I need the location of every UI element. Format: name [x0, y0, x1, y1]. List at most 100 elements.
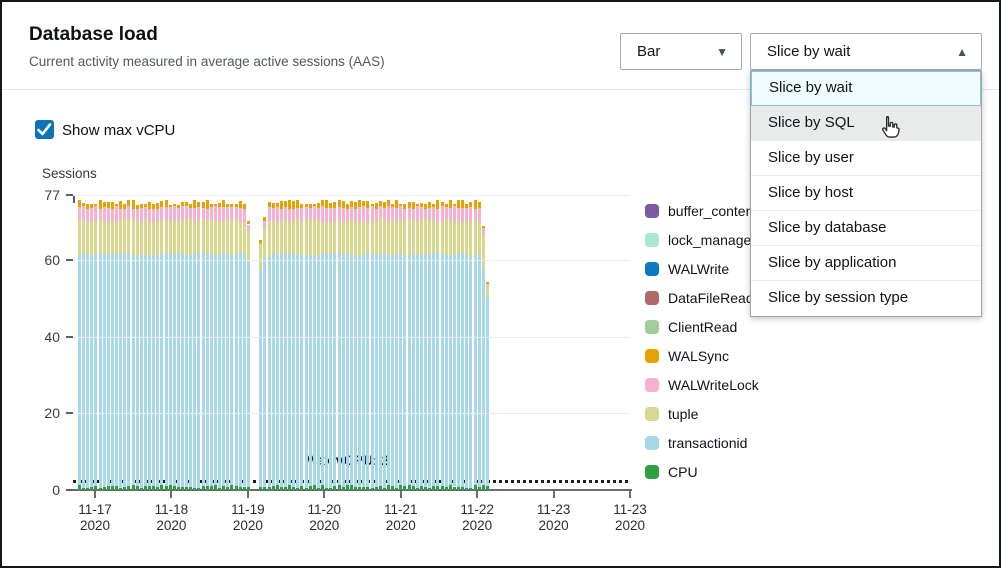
- bar-segment: [272, 203, 275, 208]
- bar-segment: [197, 488, 200, 490]
- menu-option-slice-by-wait[interactable]: Slice by wait: [751, 71, 981, 106]
- bar-segment: [222, 200, 225, 207]
- bar-segment: [441, 254, 444, 486]
- bar-segment: [325, 223, 328, 253]
- gridline: [73, 260, 630, 261]
- legend-item-tuple[interactable]: tuple: [645, 406, 759, 422]
- bar-segment: [412, 202, 415, 209]
- bar-segment: [416, 222, 419, 254]
- bar-segment: [78, 485, 81, 490]
- legend-item-WALSync[interactable]: WALSync: [645, 348, 759, 364]
- bar-segment: [239, 487, 242, 490]
- legend-item-ClientRead[interactable]: ClientRead: [645, 319, 759, 335]
- bar-segment: [148, 209, 151, 222]
- menu-option-slice-by-user[interactable]: Slice by user: [751, 141, 981, 176]
- bar-segment: [342, 255, 345, 487]
- bar-segment: [383, 219, 386, 253]
- bar-segment: [173, 220, 176, 255]
- legend-item-buffer_content[interactable]: buffer_content: [645, 203, 759, 219]
- bar-segment: [230, 485, 233, 490]
- bar-segment: [276, 256, 279, 486]
- bar-segment: [354, 202, 357, 208]
- legend-item-transactionid[interactable]: transactionid: [645, 435, 759, 451]
- bar-segment: [272, 486, 275, 490]
- bar-segment: [193, 200, 196, 208]
- bar-segment: [280, 201, 283, 209]
- bar-segment: [317, 220, 320, 257]
- bar-segment: [387, 223, 390, 257]
- bar-segment: [193, 222, 196, 252]
- legend-item-DataFileRead[interactable]: DataFileRead: [645, 290, 759, 306]
- bar-segment: [366, 487, 369, 490]
- bar-segment: [202, 202, 205, 208]
- bar-segment: [395, 488, 398, 490]
- bar-segment: [272, 208, 275, 220]
- bar-segment: [148, 202, 151, 209]
- bar-segment: [280, 252, 283, 486]
- bar-segment: [115, 253, 118, 486]
- bar-segment: [478, 208, 481, 221]
- bar-segment: [259, 487, 262, 490]
- bar-segment: [371, 220, 374, 255]
- bar-segment: [169, 485, 172, 490]
- bar-segment: [276, 485, 279, 490]
- bar-segment: [239, 208, 242, 223]
- bar-segment: [408, 255, 411, 485]
- bar-segment: [449, 220, 452, 256]
- bar-segment: [486, 298, 489, 485]
- menu-option-slice-by-database[interactable]: Slice by database: [751, 211, 981, 246]
- bar-segment: [103, 202, 106, 206]
- bar-segment: [486, 486, 489, 490]
- bar-segment: [169, 205, 172, 207]
- bar-segment: [333, 486, 336, 490]
- bar-segment: [152, 204, 155, 208]
- bar-segment: [391, 255, 394, 486]
- menu-option-slice-by-host[interactable]: Slice by host: [751, 176, 981, 211]
- bar-segment: [354, 487, 357, 490]
- bar-segment: [469, 207, 472, 222]
- bar-segment: [391, 204, 394, 207]
- show-max-vcpu-checkbox[interactable]: [35, 120, 54, 139]
- bar-segment: [259, 243, 262, 244]
- bar-segment: [399, 253, 402, 485]
- bar-segment: [469, 488, 472, 490]
- bar-segment: [395, 208, 398, 222]
- legend-item-WALWriteLock[interactable]: WALWriteLock: [645, 377, 759, 393]
- bar-segment: [292, 487, 295, 490]
- chart-type-select[interactable]: Bar ▼: [620, 33, 742, 70]
- menu-option-slice-by-application[interactable]: Slice by application: [751, 246, 981, 281]
- slice-by-select[interactable]: Slice by wait ▲: [750, 33, 982, 70]
- bar-segment: [222, 486, 225, 490]
- bar-segment: [210, 204, 213, 207]
- bar-segment: [181, 206, 184, 220]
- bar-segment: [78, 255, 81, 485]
- bar-segment: [342, 222, 345, 256]
- x-tick: [553, 491, 555, 498]
- bar-segment: [230, 204, 233, 207]
- bar-segment: [408, 208, 411, 220]
- bar-segment: [346, 253, 349, 485]
- bar-segment: [140, 488, 143, 490]
- y-tick-label: 0: [30, 482, 60, 498]
- bar-segment: [148, 256, 151, 486]
- legend-item-WALWrite[interactable]: WALWrite: [645, 261, 759, 277]
- bar-segment: [383, 488, 386, 490]
- bar-segment: [86, 254, 89, 488]
- bar-segment: [383, 202, 386, 208]
- bar-segment: [469, 257, 472, 488]
- menu-option-slice-by-sql[interactable]: Slice by SQL: [751, 106, 981, 141]
- bar-segment: [445, 487, 448, 490]
- bar-segment: [416, 488, 419, 490]
- bar-segment: [123, 219, 126, 253]
- menu-option-slice-by-session-type[interactable]: Slice by session type: [751, 281, 981, 316]
- bar-segment: [268, 207, 271, 222]
- bar-segment: [119, 219, 122, 255]
- bar-segment: [482, 228, 485, 235]
- bar-segment: [474, 209, 477, 220]
- legend-item-lock_manager[interactable]: lock_manager: [645, 232, 759, 248]
- bar-segment: [132, 200, 135, 208]
- bar-segment: [428, 208, 431, 219]
- bar-segment: [387, 206, 390, 223]
- bar-segment: [412, 486, 415, 490]
- legend-item-CPU[interactable]: CPU: [645, 464, 759, 480]
